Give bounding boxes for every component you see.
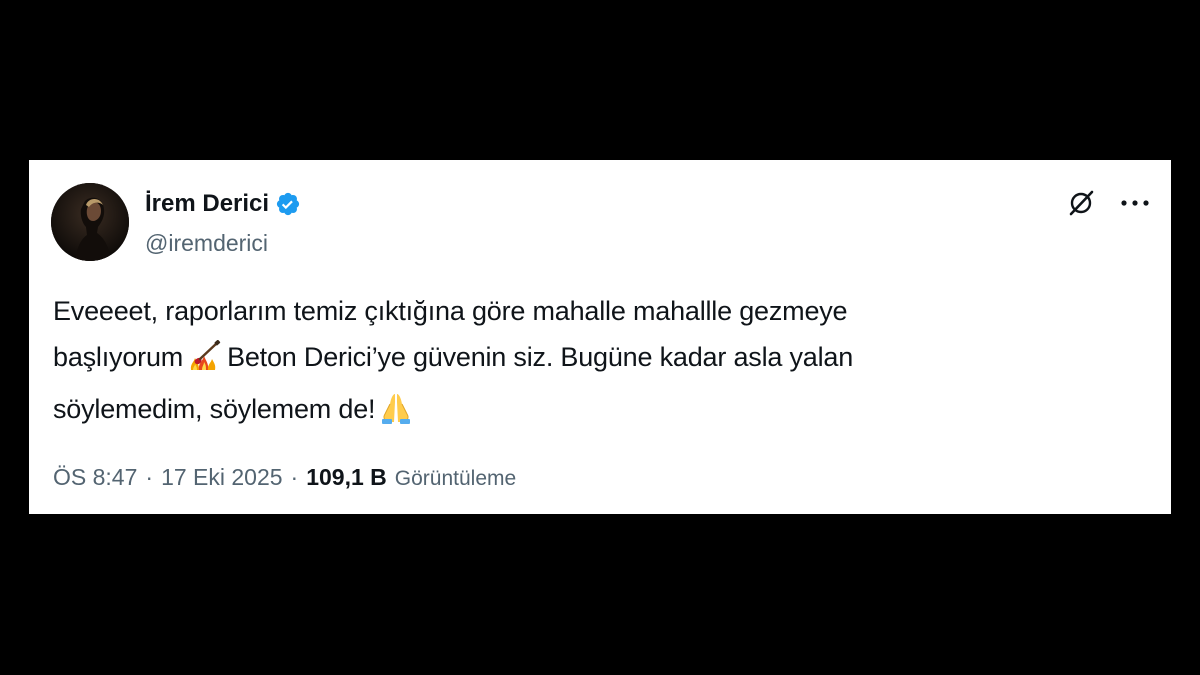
tweet-time[interactable]: ÖS 8:47: [53, 464, 137, 491]
grok-button[interactable]: [1063, 185, 1099, 221]
verified-badge-icon: [275, 191, 301, 217]
grok-icon: [1069, 190, 1094, 216]
views-label: Görüntüleme: [394, 467, 517, 490]
avatar[interactable]: [51, 183, 129, 261]
author-handle[interactable]: @iremderici: [145, 230, 268, 257]
meta-separator: ·: [145, 464, 154, 490]
more-icon: [1121, 200, 1149, 206]
tweet-date[interactable]: 17 Eki 2025: [161, 464, 282, 491]
guitar-fire-emoji: [187, 339, 223, 386]
avatar-image: [51, 183, 129, 261]
tweet-text-line: söylemedim, söylemem de!: [53, 386, 1143, 438]
tweet-text-segment: söylemedim, söylemem de!: [53, 394, 376, 424]
more-options-button[interactable]: [1115, 185, 1155, 221]
tweet-text-line: Eveeeet, raporlarım temiz çıktığına göre…: [53, 296, 848, 326]
tweet-text-segment: Beton Derici’ye güvenin siz. Bugüne kada…: [227, 342, 854, 372]
views-count: 109,1 B: [306, 464, 387, 490]
tweet-text: Eveeeet, raporlarım temiz çıktığına göre…: [53, 288, 1143, 438]
meta-separator: ·: [290, 464, 299, 490]
author-name-text: İrem Derici: [145, 190, 270, 217]
folded-hands-emoji: [379, 392, 413, 438]
author-name[interactable]: İrem Derici: [145, 190, 301, 218]
tweet-text-segment: başlıyorum: [53, 342, 184, 372]
tweet-meta: ÖS 8:47 · 17 Eki 2025 · 109,1 B Görüntül…: [53, 464, 516, 491]
tweet-card: İrem Derici @iremderici Eveeeet, raporla…: [29, 160, 1171, 514]
tweet-text-line: başlıyorum Beton Derici’ye güvenin siz. …: [53, 334, 1143, 386]
